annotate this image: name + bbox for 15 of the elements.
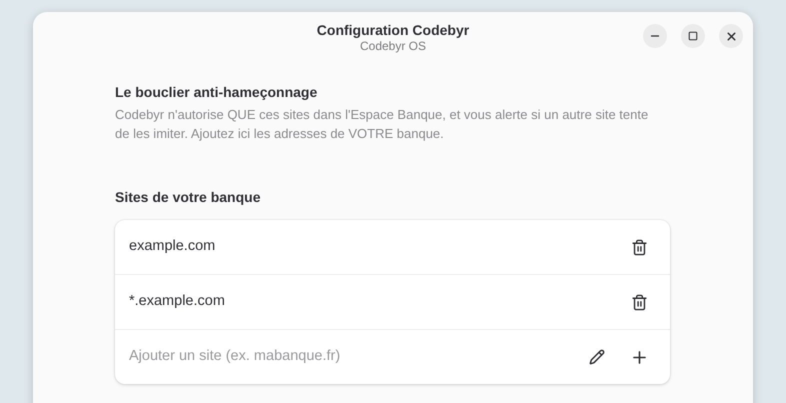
trash-icon — [630, 238, 648, 256]
maximize-button[interactable] — [681, 24, 705, 48]
section-heading: Le bouclier anti-hameçonnage — [115, 83, 318, 102]
window-subtitle: Codebyr OS — [360, 38, 426, 54]
section-heading: Sites de votre banque — [115, 188, 262, 207]
description: Codebyr n'autorise QUE ces sites dans l'Espace Banque, et vous alerte si un autre site tente de les imiter. Ajoutez ici les adresses de VOTRE banque. — [115, 106, 650, 143]
maximize-icon — [688, 31, 698, 41]
add-site-field[interactable]: Ajouter un site (ex. mabanque.fr) — [129, 346, 589, 368]
pencil-icon — [589, 349, 605, 365]
site-label: *.example.com — [129, 292, 225, 312]
close-button[interactable] — [719, 24, 743, 48]
trash-icon — [630, 294, 648, 310]
window-title: Configuration Codebyr — [316, 20, 470, 38]
close-icon — [724, 30, 738, 42]
site-label: example.com — [129, 237, 216, 256]
